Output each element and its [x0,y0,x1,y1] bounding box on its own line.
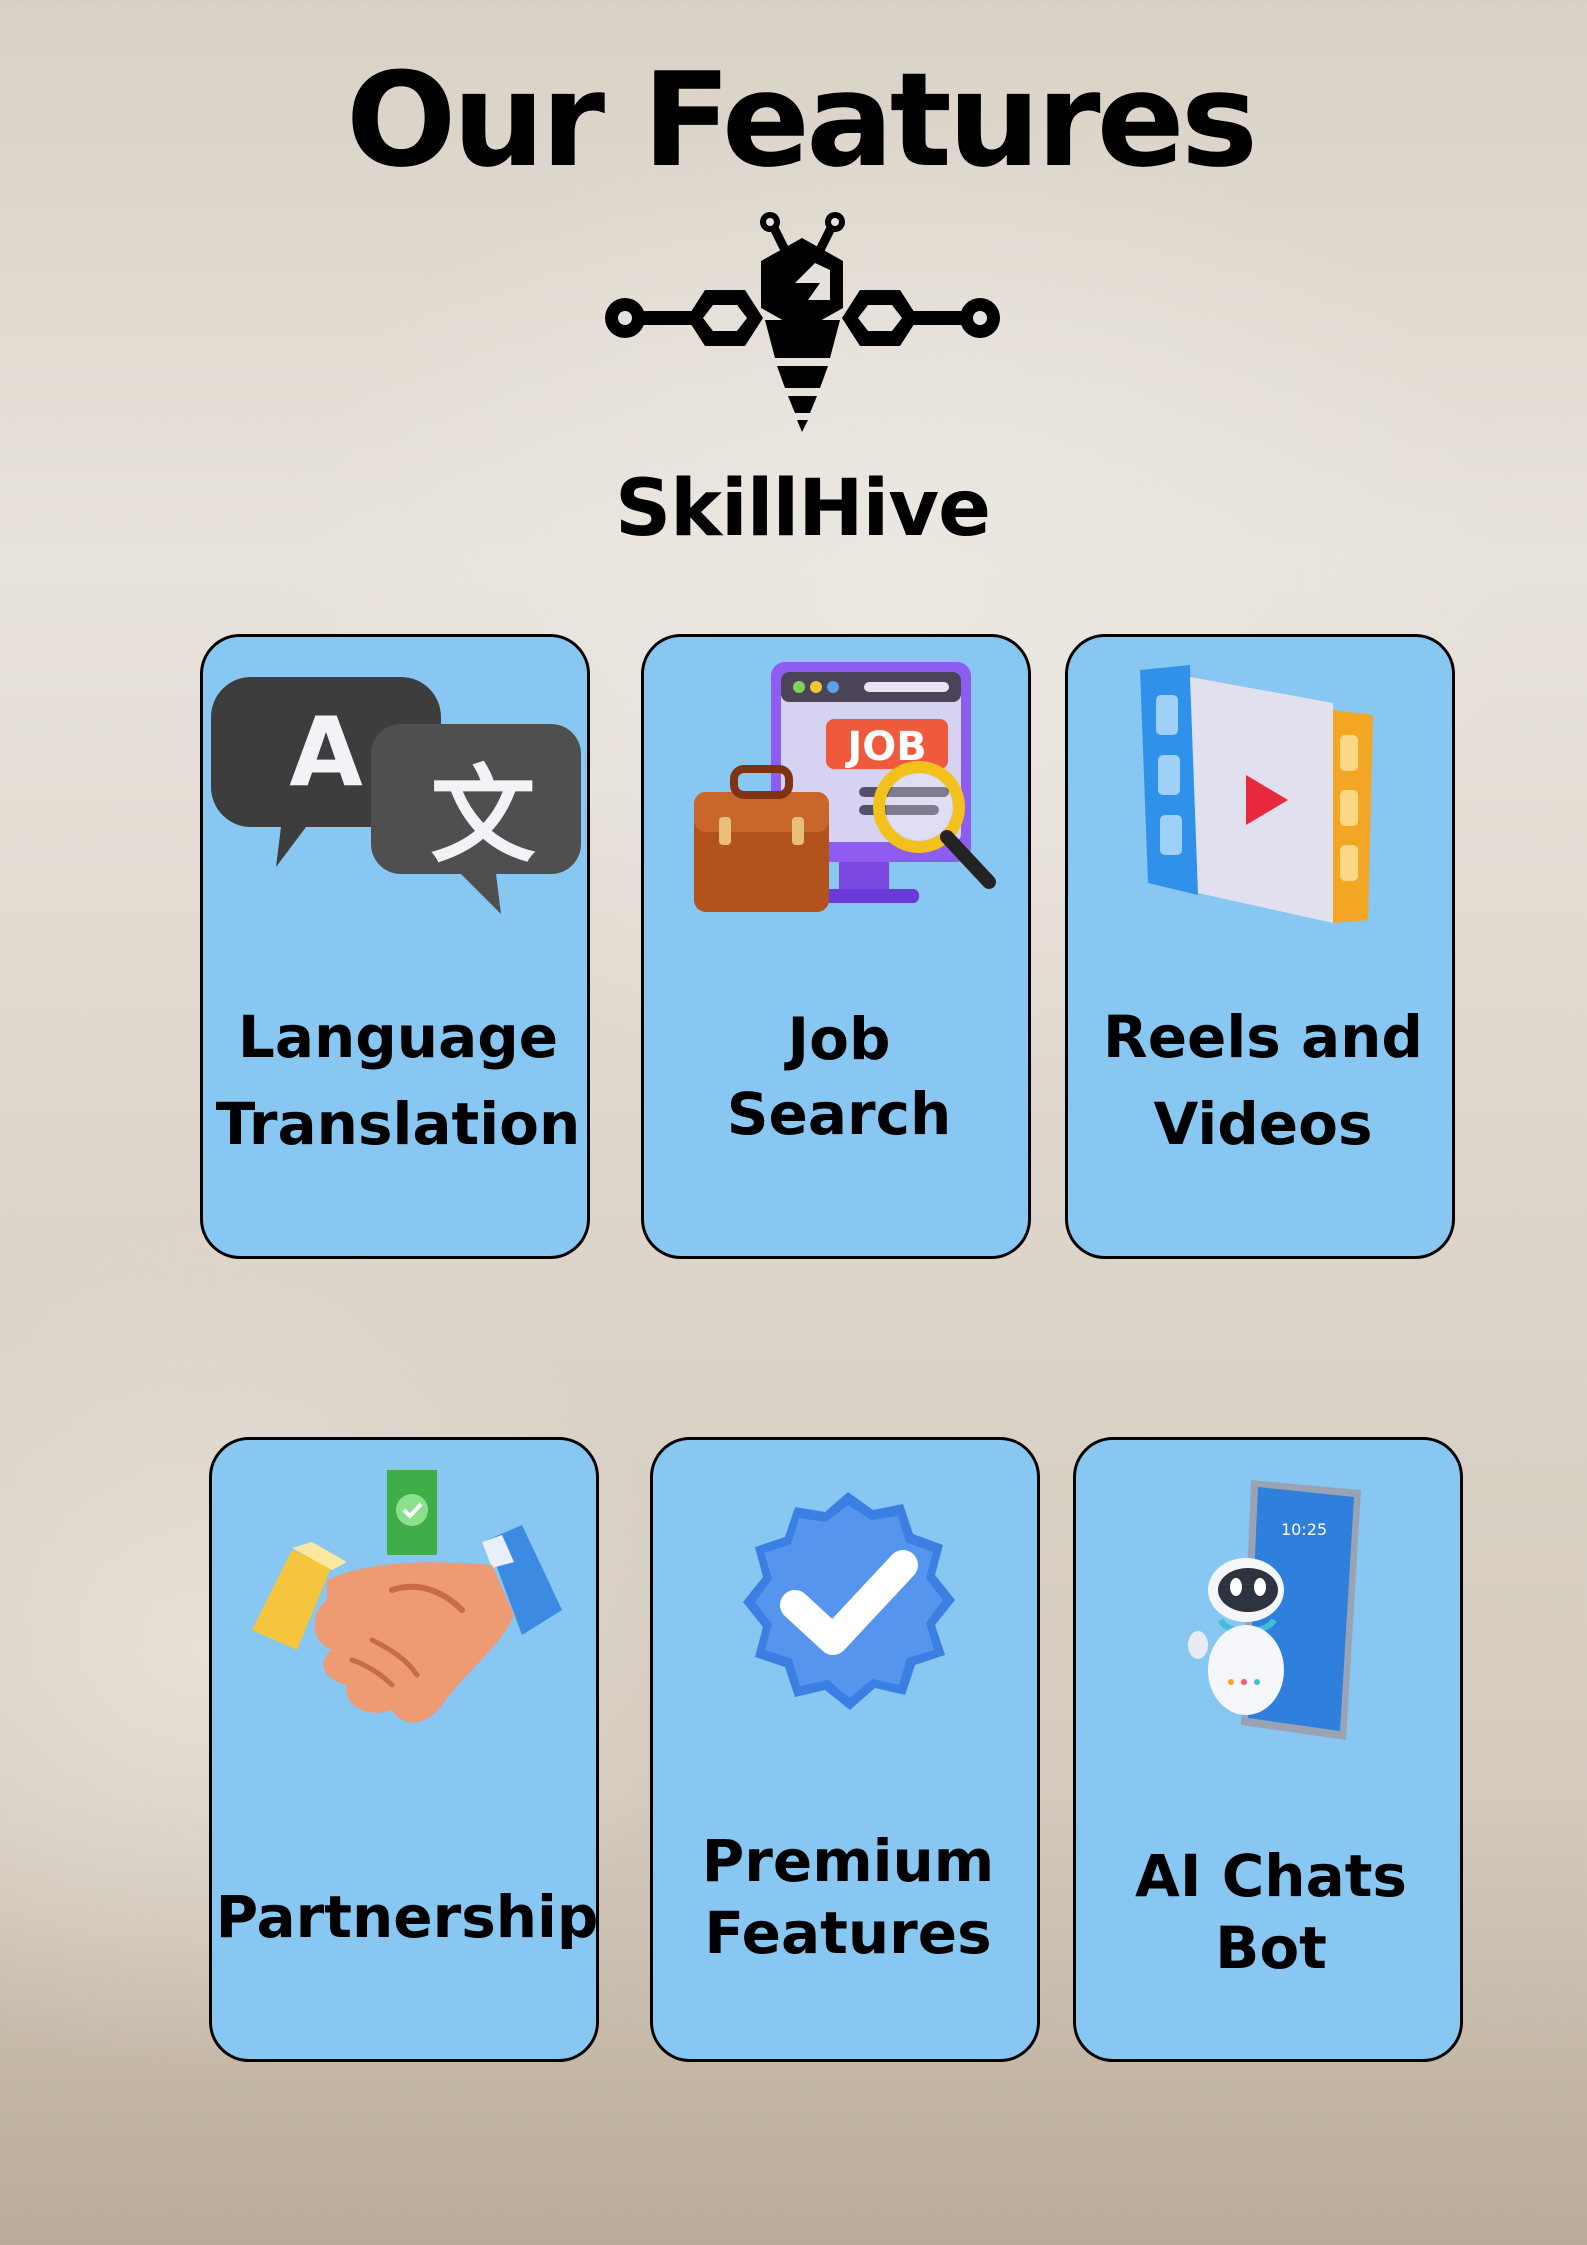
feature-label: AI Chats Bot [1066,1840,1476,1984]
svg-text:A: A [289,698,363,808]
feature-card-reels-videos[interactable]: Reels and Videos [1065,634,1455,1259]
feature-label-line2: Features [704,1899,992,1967]
feature-label-line1: Premium [701,1827,995,1895]
feature-card-language-translation[interactable]: A 文 Language Translation [200,634,590,1259]
translate-chat-bubbles-icon: A 文 [211,677,581,914]
feature-card-premium-features[interactable]: Premium Features [650,1437,1040,2062]
feature-label-line1: AI Chats [1135,1842,1407,1910]
feature-label: Language Translation [193,994,603,1168]
robot-phone-icon: 10:25 [1188,1480,1361,1740]
feature-label-line1: Partnership [215,1883,599,1951]
handshake-icon [252,1470,562,1723]
feature-card-job-search[interactable]: JOB Job Search [641,634,1031,1259]
feature-card-ai-chats-bot[interactable]: 10:25 AI Chats Bot [1073,1437,1463,2062]
svg-text:文: 文 [430,755,535,877]
feature-label: Job Search [634,1002,1044,1152]
video-reel-icon [1140,665,1373,923]
skillhive-bee-logo-icon [605,212,1000,432]
verified-badge-icon [743,1492,955,1710]
feature-label: Partnership [202,1880,612,1955]
feature-label-line2: Bot [1215,1914,1327,1982]
feature-label-line2: Translation [215,1090,581,1158]
svg-text:10:25: 10:25 [1281,1520,1327,1539]
feature-label: Premium Features [643,1825,1053,1969]
feature-label-line1: Language [237,1003,559,1071]
feature-label-line1: Job [787,1005,891,1073]
feature-card-partnership[interactable]: Partnership [209,1437,599,2062]
page-title: Our Features [345,44,1258,196]
feature-label-line1: Reels and [1103,1003,1423,1071]
feature-label-line2: Search [726,1080,952,1148]
feature-label-line2: Videos [1153,1090,1373,1158]
feature-label: Reels and Videos [1058,994,1468,1168]
brand-name: SkillHive [614,464,991,554]
job-search-monitor-icon: JOB [694,662,996,912]
